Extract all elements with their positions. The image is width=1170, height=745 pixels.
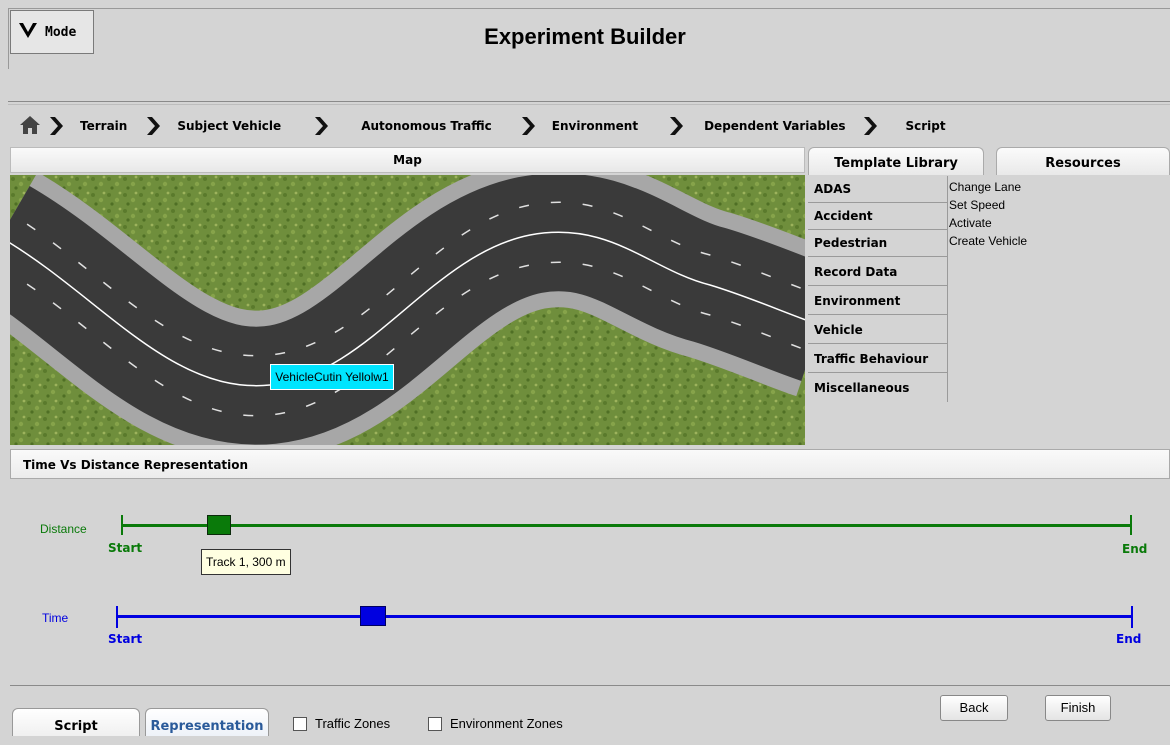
category-adas[interactable]: ADAS <box>808 176 948 203</box>
category-divider <box>947 176 948 402</box>
tab-representation[interactable]: Representation <box>145 708 269 736</box>
representation-header: Time Vs Distance Representation <box>10 449 1170 479</box>
distance-track[interactable] <box>121 524 1132 527</box>
template-item[interactable]: Set Speed <box>949 196 1027 214</box>
map-canvas[interactable] <box>0 157 845 461</box>
template-list: Change Lane Set Speed Activate Create Ve… <box>949 178 1027 250</box>
chevron-right-icon <box>666 114 686 138</box>
category-environment[interactable]: Environment <box>808 288 948 315</box>
traffic-zones-checkbox[interactable]: Traffic Zones <box>293 716 390 731</box>
checkbox-box[interactable] <box>428 716 442 731</box>
crumb-subject-vehicle[interactable]: Subject Vehicle <box>177 119 281 133</box>
time-track[interactable] <box>116 615 1133 618</box>
vehicle-label[interactable]: VehicleCutin Yellolw1 <box>270 364 394 390</box>
distance-slider-handle[interactable] <box>206 515 231 535</box>
category-pedestrian[interactable]: Pedestrian <box>808 230 948 257</box>
chevron-right-icon <box>46 114 66 138</box>
time-end-label: End <box>1116 632 1142 646</box>
tab-resources[interactable]: Resources <box>996 147 1170 175</box>
category-record-data[interactable]: Record Data <box>808 259 948 286</box>
crumb-script[interactable]: Script <box>906 119 946 133</box>
template-item[interactable]: Change Lane <box>949 178 1027 196</box>
crumb-terrain[interactable]: Terrain <box>80 119 127 133</box>
tab-script[interactable]: Script <box>12 708 140 736</box>
chevron-right-icon <box>143 114 163 138</box>
distance-tooltip: Track 1, 300 m <box>201 549 291 575</box>
template-item[interactable]: Activate <box>949 214 1027 232</box>
category-vehicle[interactable]: Vehicle <box>808 317 948 344</box>
environment-zones-label: Environment Zones <box>450 716 563 731</box>
time-label: Time <box>42 611 69 625</box>
app-title: Experiment Builder <box>484 24 686 49</box>
map-header: Map <box>10 147 805 173</box>
template-item[interactable]: Create Vehicle <box>949 232 1027 250</box>
traffic-zones-label: Traffic Zones <box>315 716 391 731</box>
checkbox-box[interactable] <box>293 716 307 731</box>
home-icon[interactable] <box>18 113 42 140</box>
distance-end-label: End <box>1122 542 1148 556</box>
breadcrumb: Terrain Subject Vehicle Autonomous Traff… <box>8 104 1170 147</box>
finish-button[interactable]: Finish <box>1045 695 1111 721</box>
representation-area <box>10 480 1170 686</box>
distance-start-label: Start <box>108 541 143 555</box>
chevron-right-icon <box>518 114 538 138</box>
chevron-right-icon <box>311 114 331 138</box>
category-miscellaneous[interactable]: Miscellaneous <box>808 375 948 402</box>
time-slider-handle[interactable] <box>360 606 387 626</box>
tab-template-library[interactable]: Template Library <box>808 147 984 175</box>
distance-label: Distance <box>40 522 87 536</box>
crumb-environment[interactable]: Environment <box>552 119 638 133</box>
toolbar-strip <box>8 69 1170 102</box>
category-traffic-behaviour[interactable]: Traffic Behaviour <box>808 346 948 373</box>
back-button[interactable]: Back <box>940 695 1008 721</box>
crumb-autonomous-traffic[interactable]: Autonomous Traffic <box>361 119 492 133</box>
chevron-right-icon <box>860 114 880 138</box>
time-start-label: Start <box>108 632 143 646</box>
crumb-dependent-variables[interactable]: Dependent Variables <box>704 119 845 133</box>
environment-zones-checkbox[interactable]: Environment Zones <box>428 716 563 731</box>
category-accident[interactable]: Accident <box>808 203 948 230</box>
